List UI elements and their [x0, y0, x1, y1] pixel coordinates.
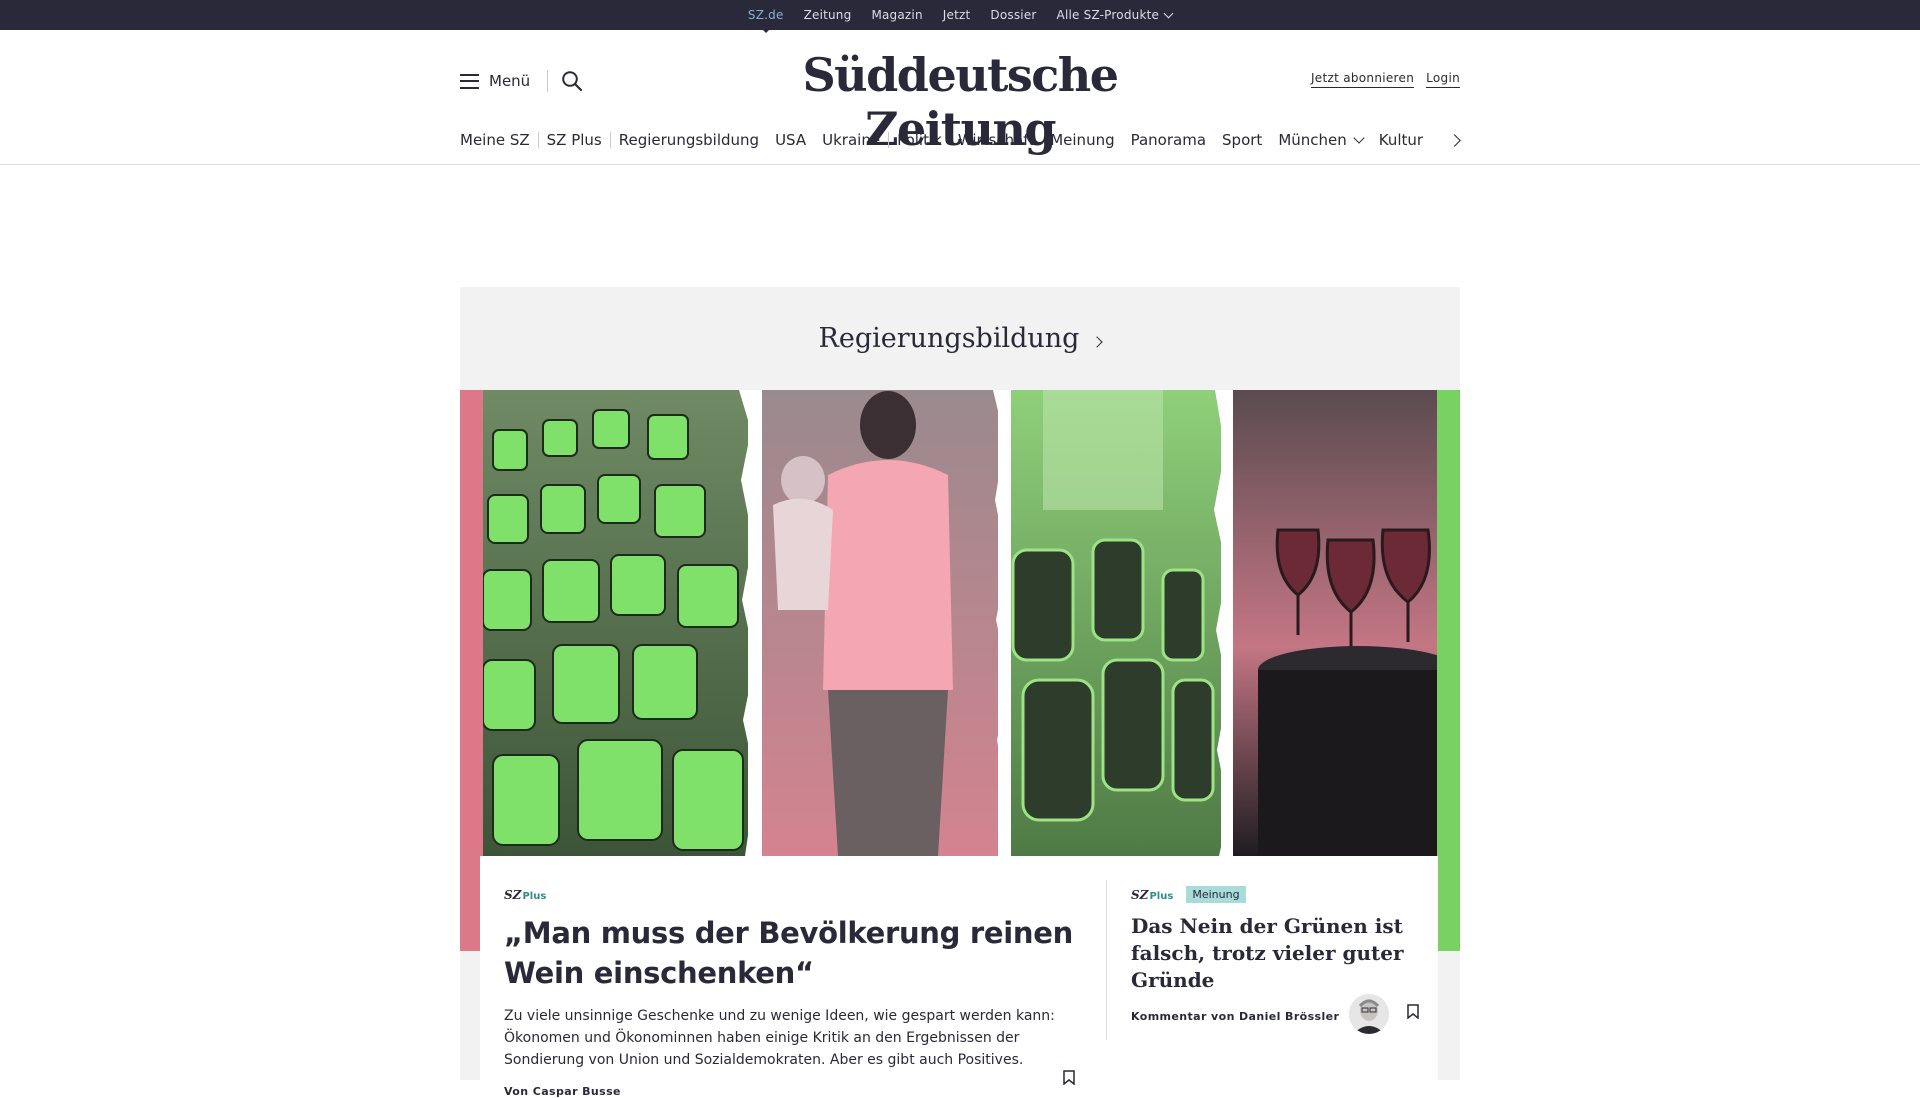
subscribe-link[interactable]: Jetzt abonnieren — [1310, 71, 1415, 88]
side-teaser[interactable]: SZ Plus Meinung Das Nein der Grünen ist f… — [1131, 884, 1419, 1034]
nav-item-sport[interactable]: Sport — [1214, 131, 1270, 149]
account-links: Jetzt abonnieren Login — [1310, 71, 1460, 88]
nav-item-ukraine[interactable]: Ukraine — [814, 131, 888, 149]
nav-item-muenchen[interactable]: München — [1270, 131, 1370, 149]
column-divider — [1106, 880, 1107, 1040]
bookmark-icon[interactable] — [1407, 1004, 1419, 1019]
search-button[interactable] — [561, 70, 583, 92]
hero-collage-image[interactable] — [483, 390, 1437, 856]
nav-scroll-right-button[interactable] — [1450, 134, 1462, 146]
search-icon — [562, 71, 583, 92]
sz-plus-brand: SZ — [1131, 888, 1149, 902]
sz-plus-badge: SZ Plus — [504, 888, 546, 902]
login-link[interactable]: Login — [1426, 71, 1460, 88]
sz-plus-label: Plus — [1149, 891, 1174, 902]
product-link-zeitung[interactable]: Zeitung — [804, 8, 852, 22]
all-products-label: Alle SZ-Produkte — [1056, 8, 1160, 22]
product-bar: SZ.de Zeitung Magazin Jetzt Dossier Alle… — [0, 0, 1920, 33]
nav-item-regierungsbildung[interactable]: Regierungsbildung — [611, 131, 767, 149]
site-header: Menü Süddeutsche Zeitung Jetzt abonniere… — [0, 30, 1920, 165]
author-avatar — [1349, 994, 1389, 1034]
main-teaser[interactable]: SZ Plus „Man muss der Bevölkerung reinen … — [504, 884, 1079, 1098]
nav-item-panorama[interactable]: Panorama — [1123, 131, 1214, 149]
decor-band-right — [1437, 390, 1460, 951]
product-link-szde[interactable]: SZ.de — [748, 8, 784, 33]
side-teaser-byline: Kommentar von Daniel Brössler — [1131, 1010, 1340, 1023]
bookmark-icon[interactable] — [1063, 1070, 1075, 1085]
menu-button[interactable]: Menü — [460, 72, 530, 90]
sz-plus-brand: SZ — [504, 888, 522, 902]
nav-item-politik[interactable]: Politik — [889, 131, 950, 149]
dossier-title: Regierungsbildung — [818, 323, 1080, 354]
product-link-magazin[interactable]: Magazin — [871, 8, 922, 22]
nav-item-sz-plus[interactable]: SZ Plus — [539, 131, 610, 149]
sz-plus-badge: SZ Plus — [1131, 888, 1173, 902]
nav-item-muenchen-label: München — [1278, 131, 1347, 149]
author-portrait — [1349, 994, 1389, 1034]
nav-item-wirtschaft[interactable]: Wirtschaft — [950, 131, 1042, 149]
dossier-header[interactable]: Regierungsbildung — [460, 287, 1460, 390]
hamburger-icon — [460, 73, 479, 89]
main-teaser-text: Zu viele unsinnige Geschenke und zu weni… — [504, 1008, 1055, 1068]
chevron-down-icon — [1163, 8, 1174, 18]
category-tag: Meinung — [1186, 886, 1246, 903]
product-link-dossier[interactable]: Dossier — [990, 8, 1036, 22]
main-navigation: Meine SZ SZ Plus Regierungsbildung USA U… — [460, 128, 1431, 152]
main-teaser-byline: Von Caspar Busse — [504, 1085, 621, 1098]
product-link-jetzt[interactable]: Jetzt — [943, 8, 971, 22]
sz-plus-label: Plus — [522, 891, 547, 902]
chevron-down-icon — [1353, 131, 1365, 144]
collage-graphic — [483, 390, 1437, 856]
side-teaser-headline[interactable]: Das Nein der Grünen ist falsch, trotz vi… — [1131, 913, 1418, 994]
nav-item-usa[interactable]: USA — [767, 131, 814, 149]
menu-label: Menü — [489, 72, 531, 90]
teaser-card: SZ Plus „Man muss der Bevölkerung reinen … — [480, 856, 1438, 1098]
nav-item-meinung[interactable]: Meinung — [1042, 131, 1122, 149]
main-teaser-headline[interactable]: „Man muss der Bevölkerung reinen Wein ei… — [504, 913, 1079, 993]
chevron-right-icon — [1091, 335, 1104, 348]
product-link-all-products[interactable]: Alle SZ-Produkte — [1056, 8, 1174, 22]
header-divider — [547, 70, 548, 92]
nav-item-meine-sz[interactable]: Meine SZ — [460, 131, 538, 149]
nav-item-kultur[interactable]: Kultur — [1371, 131, 1431, 149]
